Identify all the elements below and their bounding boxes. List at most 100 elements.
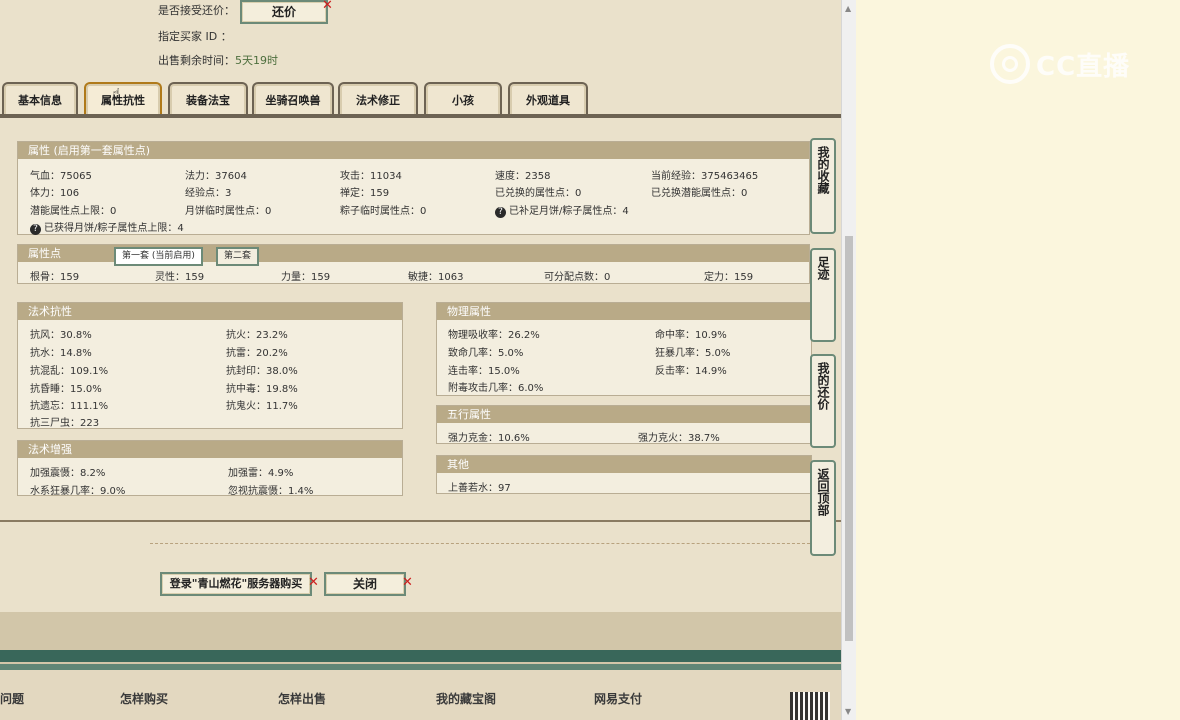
side-my-favorites-label: 我的收藏 [816,146,830,194]
scroll-down-icon[interactable]: ▼ [845,707,851,716]
resist-cell: 抗昏睡：15.0% [30,384,102,395]
trade-detail-page: 是否接受还价： 还价 ✕ 指定买家 ID ： 出售剩余时间：5天19时 基本信息… [0,0,841,720]
tab-appearance[interactable]: 外观道具 [508,82,588,116]
resist-cell: 抗混乱：109.1% [30,366,109,377]
points-cell: 可分配点数：0 [544,272,611,283]
empty-area [856,0,1180,720]
attr-cell: 禅定：159 [340,188,390,199]
mouse-cursor-icon: ☝ [112,86,121,102]
element-cell: 强力克火：38.7% [638,433,720,444]
resist-cell: 抗风：30.8% [30,330,92,341]
magic-resist-panel: 法术抗性 抗风：30.8% 抗火：23.2% 抗水：14.8% 抗雷：20.2%… [17,302,403,429]
dotted-divider [150,543,810,544]
points-cell: 灵性：159 [155,272,205,283]
attr-cell: 气血：75065 [30,171,92,182]
time-left-row: 出售剩余时间：5天19时 [158,52,278,68]
resist-cell: 抗封印：38.0% [226,366,298,377]
five-elements-header: 五行属性 [437,406,811,423]
tab-basic-info[interactable]: 基本信息 [2,82,78,116]
boost-cell: 加强震慑：8.2% [30,468,106,479]
physical-cell: 致命几率：5.0% [448,348,524,359]
other-cell: 上善若水：97 [448,483,511,494]
watermark-text: CC直播 [1036,51,1131,82]
resist-cell: 抗鬼火：11.7% [226,401,298,412]
physical-cell: 反击率：14.9% [655,366,727,377]
qr-code-icon [790,692,830,720]
points-cell: 定力：159 [704,272,754,283]
footer-link-how-to-buy[interactable]: 怎样购买 [120,690,168,707]
tab-underline [0,114,841,118]
side-footprint-button[interactable]: 足迹 [810,248,836,342]
help-icon[interactable]: ? [495,207,506,218]
attr-cell: 攻击：11034 [340,171,402,182]
attr-cell: 法力：37604 [185,171,247,182]
scroll-thumb[interactable] [845,236,853,641]
magic-boost-header: 法术增强 [18,441,402,458]
attr-cell: 已兑换的属性点：0 [495,188,582,199]
tab-attributes-resist[interactable]: 属性抗性 [84,82,162,116]
tab-mounts-pets[interactable]: 坐骑召唤兽 [252,82,334,116]
footer-link-my-treasure[interactable]: 我的藏宝阁 [436,690,496,707]
footer-link-faq[interactable]: 问题 [0,690,24,707]
page-scrollbar[interactable]: ▲ ▼ [841,0,856,720]
close-x-icon: ✕ [402,575,413,590]
subtab-second-set[interactable]: 第二套 [216,247,260,266]
points-panel: 属性点 第一套 (当前启用) 第二套 根骨：159 灵性：159 力量：159 … [17,244,810,284]
footer-link-how-to-sell[interactable]: 怎样出售 [278,690,326,707]
tab-child[interactable]: 小孩 [424,82,502,116]
accept-offer-label: 是否接受还价： [158,4,235,17]
attr-cell: 已补足月饼/粽子属性点：4 [509,206,629,217]
side-my-offers-button[interactable]: 我的还价 [810,354,836,448]
attr-cell: 速度：2358 [495,171,551,182]
side-back-to-top-button[interactable]: 返回顶部 [810,460,836,556]
tab-spell-correction[interactable]: 法术修正 [338,82,418,116]
other-panel: 其他 上善若水：97 [436,455,812,494]
resist-cell: 抗雷：20.2% [226,348,288,359]
boost-cell: 加强雷：4.9% [228,468,294,479]
side-my-favorites-button[interactable]: 我的收藏 [810,138,836,234]
close-x-icon: ✕ [308,575,319,590]
physical-panel: 物理属性 物理吸收率：26.2% 命中率：10.9% 致命几率：5.0% 狂暴几… [436,302,812,396]
points-header-text: 属性点 [28,247,61,260]
physical-cell: 连击率：15.0% [448,366,520,377]
close-x-icon: ✕ [322,0,333,13]
side-my-offers-label: 我的还价 [816,362,830,410]
boost-cell: 水系狂暴几率：9.0% [30,486,126,497]
footer-stripe [0,650,841,662]
points-cell: 根骨：159 [30,272,80,283]
login-buy-button[interactable]: 登录"青山燃花"服务器购买 [160,572,312,596]
resist-cell: 抗中毒：19.8% [226,384,298,395]
five-elements-panel: 五行属性 强力克金：10.6% 强力克火：38.7% [436,405,812,444]
physical-cell: 附毒攻击几率：6.0% [448,383,544,394]
close-button[interactable]: 关闭 [324,572,406,596]
attr-note-text: 已获得月饼/粽子属性点上限：4 [44,223,184,234]
offer-button[interactable]: 还价 [240,0,328,24]
attr-note: ? 已获得月饼/粽子属性点上限：4 [30,219,184,235]
physical-header: 物理属性 [437,303,811,320]
cc-logo-icon [990,44,1030,84]
scroll-up-icon[interactable]: ▲ [845,4,851,13]
tab-bar: 基本信息 属性抗性 装备法宝 坐骑召唤兽 法术修正 小孩 外观道具 [0,82,841,118]
points-cell: 敏捷：1063 [408,272,464,283]
attr-cell: 月饼临时属性点：0 [185,206,272,217]
section-divider [0,520,841,522]
attr-cell: 经验点：3 [185,188,232,199]
attributes-panel: 属性 (启用第一套属性点) 气血：75065 法力：37604 攻击：11034… [17,141,810,235]
attr-cell: 粽子临时属性点：0 [340,206,427,217]
attributes-header: 属性 (启用第一套属性点) [18,142,809,159]
physical-cell: 狂暴几率：5.0% [655,348,731,359]
attr-cell: 体力：106 [30,188,80,199]
attr-cell-with-help: ? 已补足月饼/粽子属性点：4 [495,202,629,218]
help-icon[interactable]: ? [30,224,41,235]
element-cell: 强力克金：10.6% [448,433,530,444]
footer-link-payment[interactable]: 网易支付 [594,690,642,707]
side-footprint-label: 足迹 [816,256,830,280]
subtab-first-set[interactable]: 第一套 (当前启用) [114,247,203,266]
other-header: 其他 [437,456,811,473]
tab-equipment[interactable]: 装备法宝 [168,82,248,116]
time-left-value: 5天19时 [235,54,278,67]
physical-cell: 物理吸收率：26.2% [448,330,540,341]
buyer-id-label: 指定买家 ID ： [158,30,232,43]
boost-cell: 忽视抗震慑：1.4% [228,486,314,497]
attr-cell: 已兑换潜能属性点：0 [651,188,748,199]
